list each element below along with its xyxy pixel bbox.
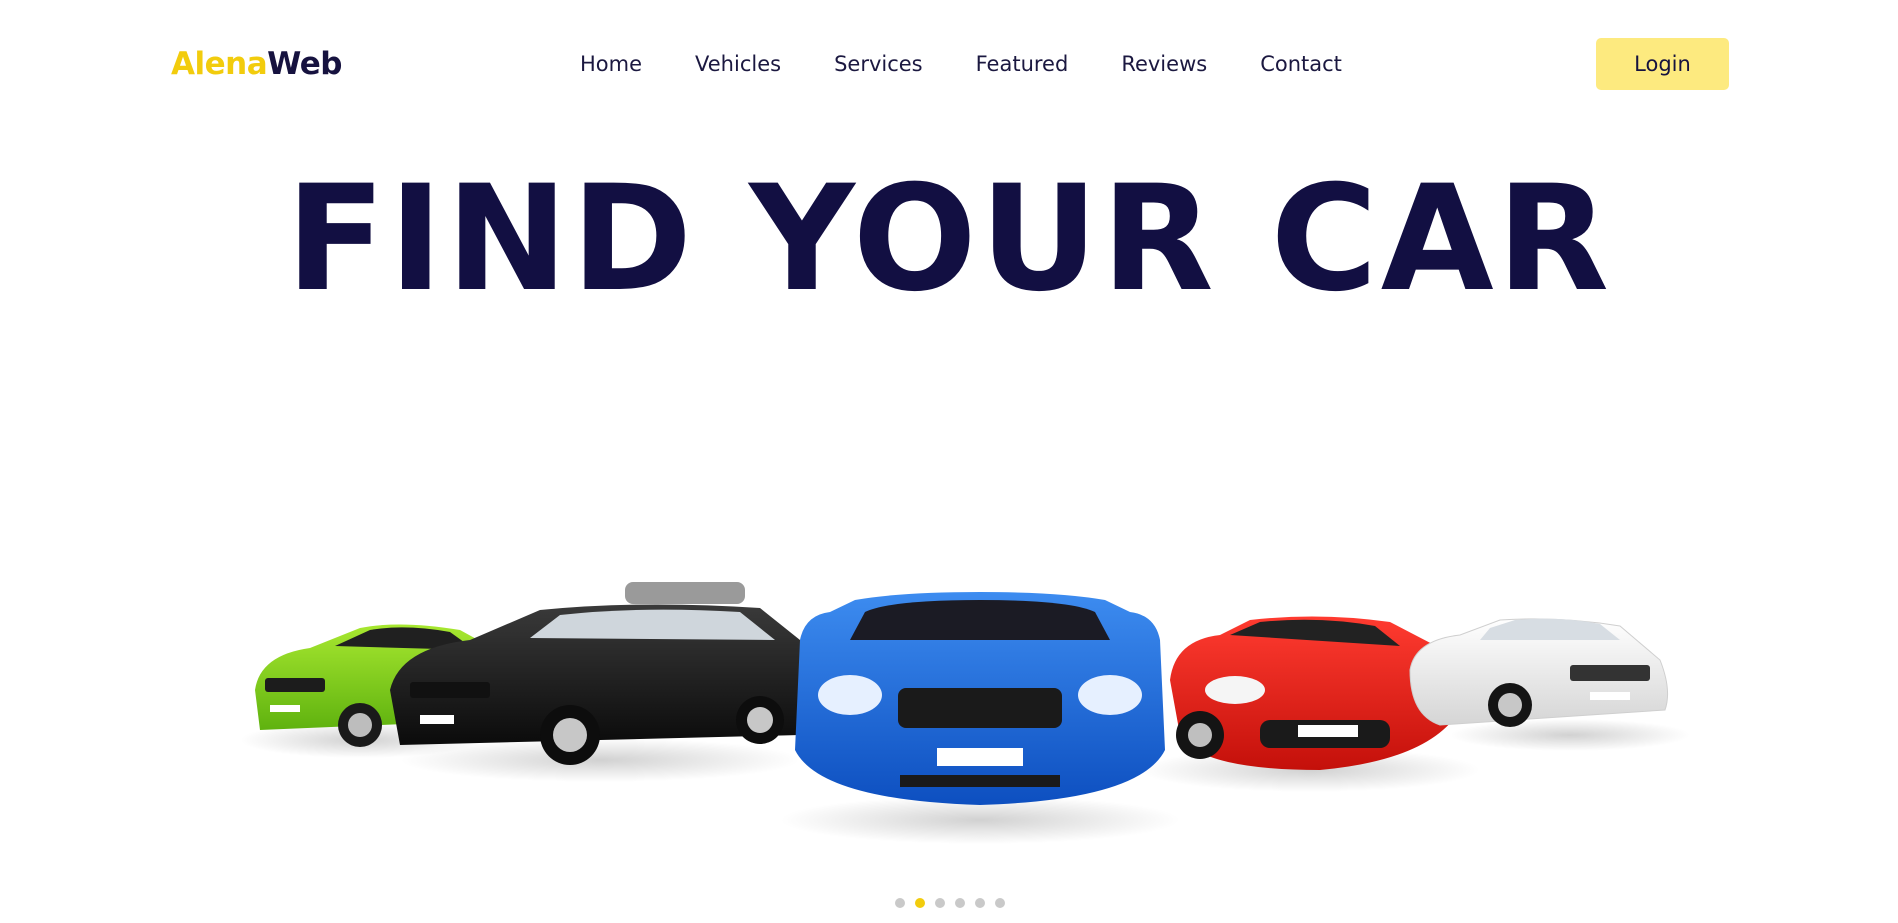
nav-link-home[interactable]: Home	[580, 48, 642, 80]
carousel-dot-6[interactable]	[995, 898, 1005, 908]
logo-part-1: Alena	[171, 46, 268, 82]
navbar: AlenaWeb Home Vehicles Services Featured…	[0, 0, 1898, 128]
nav-link-reviews[interactable]: Reviews	[1121, 48, 1207, 80]
carousel-dot-5[interactable]	[975, 898, 985, 908]
carousel-dot-4[interactable]	[955, 898, 965, 908]
nav-link-services[interactable]: Services	[834, 48, 923, 80]
nav-link-featured[interactable]: Featured	[976, 48, 1069, 80]
nav-links: Home Vehicles Services Featured Reviews …	[580, 48, 1342, 80]
nav-link-contact[interactable]: Contact	[1260, 48, 1342, 80]
hero-title: FIND YOUR CAR	[285, 154, 1613, 324]
hero-car-image	[240, 560, 1690, 880]
logo[interactable]: AlenaWeb	[171, 44, 342, 84]
nav-link-vehicles[interactable]: Vehicles	[695, 48, 781, 80]
blue-car	[795, 592, 1165, 805]
logo-part-2: Web	[267, 46, 342, 82]
carousel-dot-1[interactable]	[895, 898, 905, 908]
carousel-dot-3[interactable]	[935, 898, 945, 908]
carousel-dots	[895, 898, 1005, 908]
white-car	[1409, 618, 1669, 727]
black-car	[390, 582, 812, 765]
cars-illustration	[240, 582, 1690, 844]
login-button[interactable]: Login	[1596, 38, 1729, 90]
carousel-dot-2[interactable]	[915, 898, 925, 908]
